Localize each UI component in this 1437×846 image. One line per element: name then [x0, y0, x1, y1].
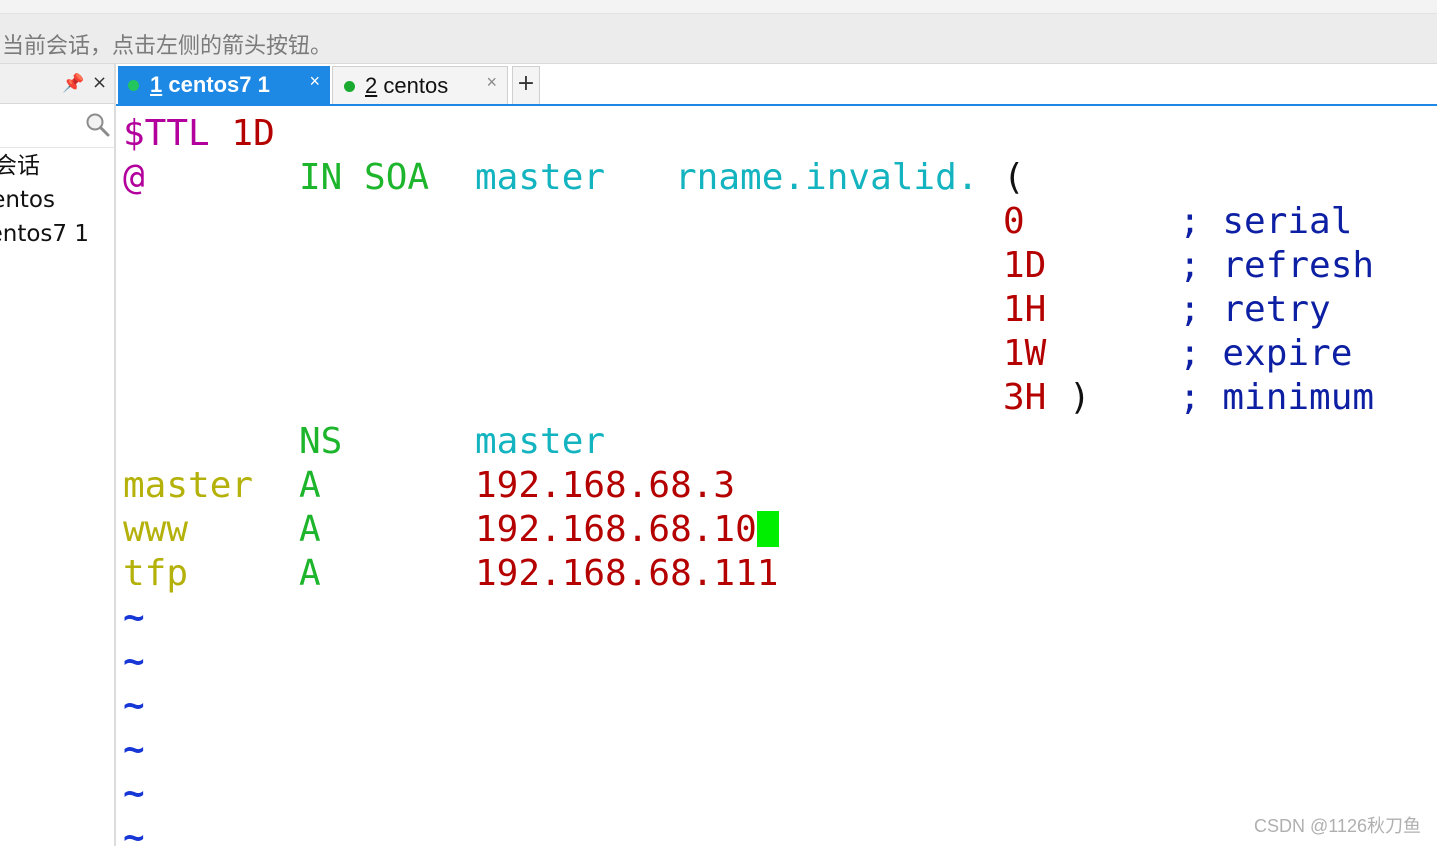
- tab-title: centos7 1: [168, 72, 270, 97]
- hint-text: 当前会话，点击左侧的箭头按钮。: [2, 34, 333, 59]
- empty-line-tilde: ~: [123, 597, 145, 638]
- hint-bar: 当前会话，点击左侧的箭头按钮。: [0, 14, 1437, 64]
- empty-line-tilde: ~: [123, 817, 145, 846]
- session-tree: 会话 entos entos7 1: [0, 150, 114, 252]
- tree-item-centos[interactable]: entos: [0, 184, 114, 218]
- watermark: CSDN @1126秋刀鱼: [1254, 816, 1421, 836]
- tab-centos7-1[interactable]: 1 centos7 1 ×: [118, 66, 330, 104]
- close-icon[interactable]: ×: [309, 62, 320, 100]
- window-top-strip: [0, 0, 1437, 14]
- sidebar-header: 📌 ×: [0, 64, 114, 104]
- record-www: www A 192.168.68.10: [123, 508, 779, 552]
- soa-line: @ IN SOA master rname.invalid.(: [123, 157, 1025, 198]
- close-icon[interactable]: ×: [486, 63, 497, 101]
- tree-item-sessions[interactable]: 会话: [0, 150, 114, 184]
- record-master: master A 192.168.68.3: [123, 465, 736, 506]
- sidebar-search[interactable]: [0, 108, 114, 148]
- empty-line-tilde: ~: [123, 773, 145, 814]
- tree-item-centos7-1[interactable]: entos7 1: [0, 218, 114, 252]
- empty-line-tilde: ~: [123, 729, 145, 770]
- tab-bar: 1 centos7 1 × 2 centos × +: [116, 64, 1437, 106]
- pin-icon[interactable]: 📌: [62, 74, 84, 94]
- record-tfp: tfp A 192.168.68.111: [123, 553, 779, 594]
- new-tab-button[interactable]: +: [512, 66, 540, 104]
- terminal-view[interactable]: $TTL 1D @ IN SOA master rname.invalid.( 0; …: [118, 108, 1437, 846]
- tab-title: centos: [383, 73, 449, 98]
- tab-number: 1: [150, 72, 163, 97]
- tab-number: 2: [365, 73, 378, 98]
- session-sidebar: 📌 × 会话 entos entos7 1: [0, 64, 116, 846]
- ttl-line: $TTL 1D: [123, 113, 275, 154]
- empty-line-tilde: ~: [123, 685, 145, 726]
- search-icon[interactable]: [85, 112, 111, 138]
- connected-status-icon: [344, 81, 355, 92]
- text-cursor: [756, 511, 779, 547]
- tab-centos[interactable]: 2 centos ×: [332, 66, 508, 104]
- connected-status-icon: [128, 80, 139, 91]
- sidebar-close-icon[interactable]: ×: [92, 73, 107, 93]
- empty-line-tilde: ~: [123, 641, 145, 682]
